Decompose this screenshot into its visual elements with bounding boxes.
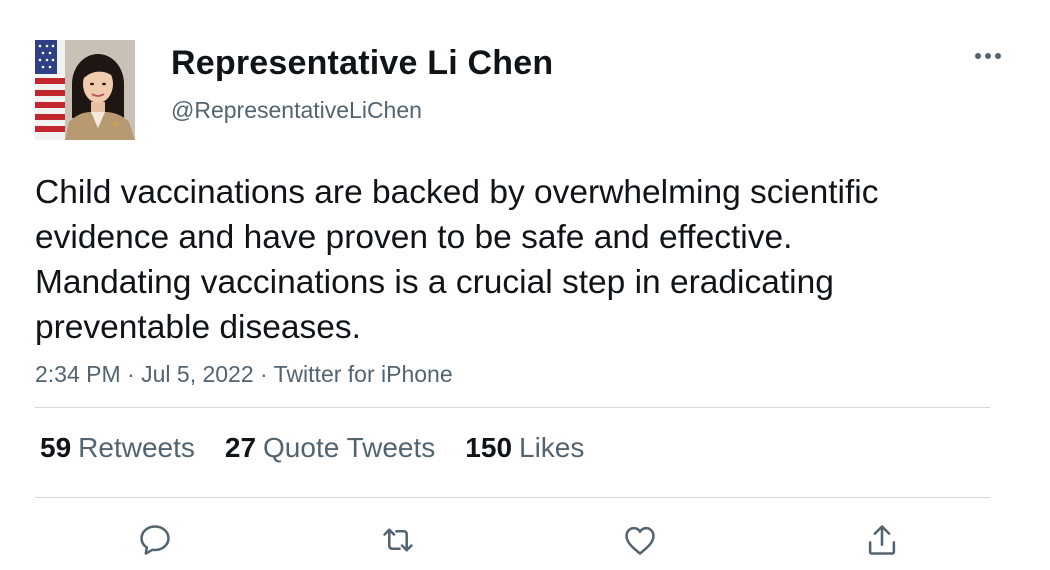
more-options-button[interactable]	[970, 42, 1006, 70]
likes-count: 150	[465, 432, 513, 463]
reply-button[interactable]	[135, 520, 175, 560]
like-icon	[625, 526, 655, 555]
retweet-button[interactable]	[378, 520, 418, 560]
author-handle[interactable]: @RepresentativeLiChen	[171, 97, 422, 124]
more-horizontal-icon	[975, 53, 1001, 59]
tweet-card: Representative Li Chen @RepresentativeLi…	[0, 0, 1050, 570]
retweets-count: 59	[40, 432, 72, 463]
meta-separator: ·	[253, 361, 274, 387]
quote-tweets-count: 27	[224, 432, 257, 463]
meta-separator: ·	[120, 361, 142, 387]
quote-tweets-label: Quote Tweets	[263, 432, 436, 463]
author-display-name[interactable]: Representative Li Chen	[171, 44, 553, 83]
share-icon	[868, 525, 896, 555]
tweet-text: Child vaccinations are backed by overwhe…	[35, 174, 879, 346]
reply-icon	[140, 525, 170, 555]
likes-stat[interactable]: 150 Likes	[465, 432, 584, 464]
quote-tweets-stat[interactable]: 27 Quote Tweets	[225, 432, 435, 464]
tweet-date[interactable]: Jul 5, 2022	[141, 361, 254, 387]
profile-photo-icon	[35, 40, 135, 140]
tweet-time[interactable]: 2:34 PM	[35, 361, 121, 387]
retweets-label: Retweets	[78, 432, 195, 463]
like-button[interactable]	[620, 520, 660, 560]
tweet-source[interactable]: Twitter for iPhone	[274, 361, 453, 387]
tweet-stats: 59 Retweets 27 Quote Tweets 150 Likes	[40, 432, 614, 464]
divider	[35, 407, 990, 408]
author-avatar[interactable]	[35, 40, 135, 140]
likes-label: Likes	[519, 432, 585, 463]
tweet-metadata: 2:34 PM · Jul 5, 2022 · Twitter for iPho…	[35, 361, 453, 388]
retweets-stat[interactable]: 59 Retweets	[40, 432, 195, 464]
retweet-icon	[383, 528, 413, 552]
share-button[interactable]	[862, 520, 902, 560]
divider	[35, 497, 990, 498]
